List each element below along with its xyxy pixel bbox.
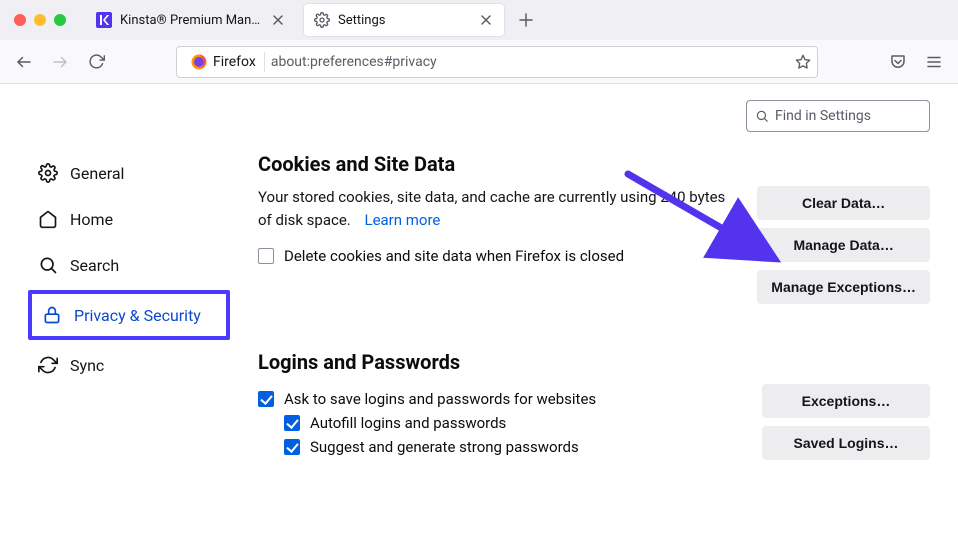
- pocket-button[interactable]: [882, 46, 914, 78]
- sidebar-item-sync[interactable]: Sync: [28, 344, 230, 386]
- checkbox-label: Autofill logins and passwords: [310, 414, 506, 432]
- settings-favicon-gear-icon: [314, 12, 330, 28]
- gear-icon: [38, 163, 58, 183]
- tab-settings[interactable]: Settings: [304, 4, 504, 36]
- settings-content: General Home Search Privacy & Security: [0, 84, 958, 554]
- sidebar-item-label: Home: [70, 210, 113, 229]
- delete-on-close-checkbox-row[interactable]: Delete cookies and site data when Firefo…: [258, 247, 733, 265]
- checkbox-checked-icon[interactable]: [284, 415, 300, 431]
- sidebar-active-highlight: Privacy & Security: [28, 290, 230, 340]
- minimize-window-button[interactable]: [34, 14, 46, 26]
- checkbox-label: Suggest and generate strong passwords: [310, 438, 579, 456]
- checkbox-checked-icon[interactable]: [258, 391, 274, 407]
- checkbox-label: Delete cookies and site data when Firefo…: [284, 247, 624, 265]
- sidebar-item-label: Sync: [70, 356, 104, 375]
- sidebar-item-label: Privacy & Security: [74, 306, 201, 325]
- url-text: about:preferences#privacy: [271, 54, 789, 70]
- sidebar-item-general[interactable]: General: [28, 152, 230, 194]
- manage-data-button[interactable]: Manage Data…: [757, 228, 930, 262]
- identity-box[interactable]: Firefox: [183, 52, 265, 72]
- cookies-heading: Cookies and Site Data: [258, 152, 930, 176]
- new-tab-button[interactable]: [512, 6, 540, 34]
- settings-search-input[interactable]: Find in Settings: [746, 100, 930, 132]
- identity-label: Firefox: [213, 54, 256, 70]
- cookies-description: Your stored cookies, site data, and cach…: [258, 186, 733, 231]
- tab-strip: Kinsta® Premium Managed WordPress Hostin…: [0, 0, 958, 40]
- clear-data-button[interactable]: Clear Data…: [757, 186, 930, 220]
- app-menu-button[interactable]: [918, 46, 950, 78]
- back-button[interactable]: [8, 46, 40, 78]
- reload-button[interactable]: [80, 46, 112, 78]
- forward-button[interactable]: [44, 46, 76, 78]
- ask-save-checkbox-row[interactable]: Ask to save logins and passwords for web…: [258, 390, 738, 408]
- learn-more-link[interactable]: Learn more: [364, 211, 440, 229]
- sidebar-item-search[interactable]: Search: [28, 244, 230, 286]
- settings-sidebar: General Home Search Privacy & Security: [0, 104, 240, 554]
- sync-icon: [38, 355, 58, 375]
- search-icon: [755, 109, 769, 123]
- search-icon: [38, 255, 58, 275]
- url-bar[interactable]: Firefox about:preferences#privacy: [176, 46, 818, 78]
- tab-label: Settings: [338, 13, 470, 28]
- sidebar-item-home[interactable]: Home: [28, 198, 230, 240]
- nav-toolbar: Firefox about:preferences#privacy: [0, 40, 958, 84]
- checkbox-label: Ask to save logins and passwords for web…: [284, 390, 596, 408]
- logins-exceptions-button[interactable]: Exceptions…: [762, 384, 930, 418]
- checkbox-checked-icon[interactable]: [284, 439, 300, 455]
- sidebar-item-label: General: [70, 164, 124, 183]
- manage-exceptions-button[interactable]: Manage Exceptions…: [757, 270, 930, 304]
- suggest-passwords-checkbox-row[interactable]: Suggest and generate strong passwords: [284, 438, 738, 456]
- close-tab-icon[interactable]: [478, 12, 494, 28]
- settings-search-wrap: Find in Settings: [746, 100, 930, 132]
- maximize-window-button[interactable]: [54, 14, 66, 26]
- home-icon: [38, 209, 58, 229]
- sidebar-item-label: Search: [70, 256, 119, 275]
- logins-heading: Logins and Passwords: [258, 350, 930, 374]
- bookmark-star-icon[interactable]: [795, 54, 811, 70]
- tab-label: Kinsta® Premium Managed WordPress Hostin…: [120, 13, 262, 28]
- close-window-button[interactable]: [14, 14, 26, 26]
- firefox-icon: [191, 54, 207, 70]
- close-tab-icon[interactable]: [270, 12, 286, 28]
- settings-main: Cookies and Site Data Your stored cookie…: [240, 104, 958, 554]
- tab-kinsta[interactable]: Kinsta® Premium Managed WordPress Hostin…: [86, 4, 296, 36]
- kinsta-favicon: [96, 12, 112, 28]
- checkbox-unchecked-icon[interactable]: [258, 248, 274, 264]
- saved-logins-button[interactable]: Saved Logins…: [762, 426, 930, 460]
- sidebar-item-privacy[interactable]: Privacy & Security: [32, 294, 226, 336]
- lock-icon: [42, 305, 62, 325]
- autofill-checkbox-row[interactable]: Autofill logins and passwords: [284, 414, 738, 432]
- settings-search-placeholder: Find in Settings: [775, 108, 871, 124]
- window-controls: [14, 14, 66, 26]
